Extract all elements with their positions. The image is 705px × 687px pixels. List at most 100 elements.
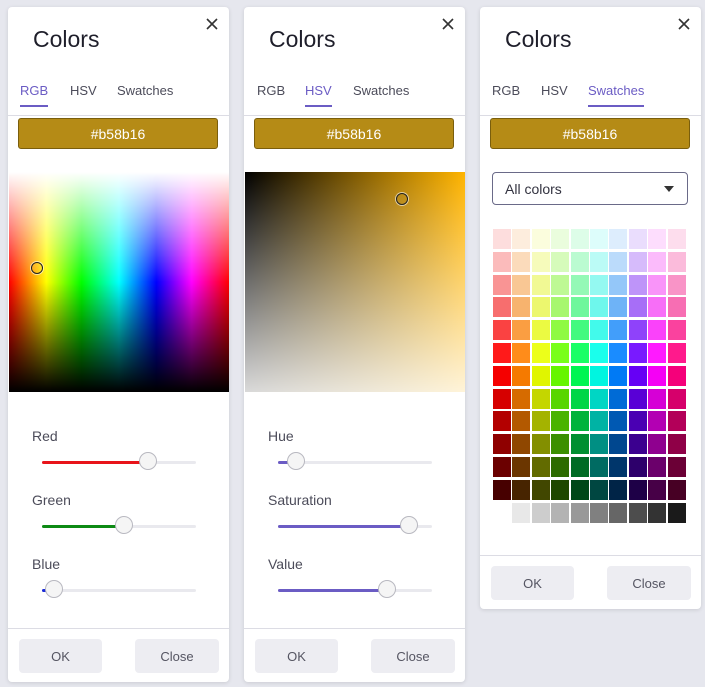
color-swatch[interactable] (571, 434, 589, 454)
color-swatch[interactable] (629, 480, 647, 500)
saturation-value-picker[interactable] (245, 172, 465, 392)
color-swatch[interactable] (590, 389, 608, 409)
tab-rgb[interactable]: RGB (257, 83, 285, 105)
color-swatch[interactable] (551, 389, 569, 409)
color-swatch[interactable] (609, 434, 627, 454)
ok-button[interactable]: OK (491, 566, 574, 600)
color-swatch[interactable] (512, 229, 530, 249)
color-swatch[interactable] (532, 275, 550, 295)
value-slider-thumb[interactable] (378, 580, 396, 598)
color-swatch[interactable] (629, 457, 647, 477)
color-swatch[interactable] (493, 411, 511, 431)
color-swatch[interactable] (512, 457, 530, 477)
gray-swatch[interactable] (512, 503, 530, 523)
color-swatch[interactable] (590, 320, 608, 340)
color-swatch[interactable] (609, 389, 627, 409)
color-swatch[interactable] (493, 229, 511, 249)
gray-swatch[interactable] (571, 503, 589, 523)
color-swatch[interactable] (629, 343, 647, 363)
color-swatch[interactable] (493, 434, 511, 454)
red-slider-thumb[interactable] (139, 452, 157, 470)
color-swatch[interactable] (668, 252, 686, 272)
color-swatch[interactable] (629, 366, 647, 386)
color-swatch[interactable] (629, 434, 647, 454)
color-swatch[interactable] (668, 229, 686, 249)
color-swatch[interactable] (571, 343, 589, 363)
color-swatch[interactable] (532, 229, 550, 249)
color-swatch[interactable] (668, 434, 686, 454)
gray-swatch[interactable] (648, 503, 666, 523)
color-swatch[interactable] (493, 297, 511, 317)
close-icon[interactable] (440, 16, 456, 32)
hex-value-display[interactable]: #b58b16 (490, 118, 690, 149)
color-swatch[interactable] (648, 366, 666, 386)
color-swatch[interactable] (590, 457, 608, 477)
color-swatch[interactable] (629, 275, 647, 295)
color-swatch[interactable] (493, 389, 511, 409)
color-swatch[interactable] (532, 457, 550, 477)
color-swatch[interactable] (571, 480, 589, 500)
tab-hsv[interactable]: HSV (70, 83, 97, 105)
color-swatch[interactable] (648, 434, 666, 454)
color-swatch[interactable] (493, 275, 511, 295)
gray-swatch[interactable] (629, 503, 647, 523)
color-swatch[interactable] (551, 229, 569, 249)
blue-slider-thumb[interactable] (45, 580, 63, 598)
tab-swatches[interactable]: Swatches (117, 83, 173, 105)
color-swatch[interactable] (629, 411, 647, 431)
saturation-slider[interactable] (278, 516, 432, 534)
spectrum-handle[interactable] (31, 262, 43, 274)
color-swatch[interactable] (590, 480, 608, 500)
color-swatch[interactable] (532, 411, 550, 431)
color-swatch[interactable] (648, 343, 666, 363)
gray-swatch[interactable] (668, 503, 686, 523)
color-swatch[interactable] (551, 297, 569, 317)
color-swatch[interactable] (571, 389, 589, 409)
color-swatch[interactable] (668, 297, 686, 317)
color-swatch[interactable] (609, 343, 627, 363)
green-slider[interactable] (42, 516, 196, 534)
color-swatch[interactable] (629, 297, 647, 317)
tab-swatches[interactable]: Swatches (588, 83, 645, 107)
color-swatch[interactable] (609, 275, 627, 295)
blue-slider[interactable] (42, 580, 196, 598)
color-swatch[interactable] (609, 320, 627, 340)
saturation-slider-thumb[interactable] (400, 516, 418, 534)
color-swatch[interactable] (668, 480, 686, 500)
color-swatch[interactable] (648, 320, 666, 340)
value-slider[interactable] (278, 580, 432, 598)
color-swatch[interactable] (532, 480, 550, 500)
color-swatch[interactable] (629, 229, 647, 249)
color-swatch[interactable] (512, 343, 530, 363)
color-swatch[interactable] (571, 252, 589, 272)
color-swatch[interactable] (609, 480, 627, 500)
color-swatch[interactable] (571, 229, 589, 249)
color-swatch[interactable] (648, 229, 666, 249)
color-swatch[interactable] (648, 457, 666, 477)
color-swatch[interactable] (551, 343, 569, 363)
gray-swatch[interactable] (493, 503, 511, 523)
color-swatch[interactable] (571, 457, 589, 477)
color-swatch[interactable] (609, 297, 627, 317)
color-swatch[interactable] (532, 434, 550, 454)
color-swatch[interactable] (493, 457, 511, 477)
color-swatch[interactable] (512, 275, 530, 295)
color-swatch[interactable] (571, 320, 589, 340)
color-swatch[interactable] (571, 366, 589, 386)
ok-button[interactable]: OK (255, 639, 338, 673)
color-swatch[interactable] (551, 434, 569, 454)
color-swatch[interactable] (493, 366, 511, 386)
color-swatch[interactable] (590, 366, 608, 386)
color-swatch[interactable] (512, 480, 530, 500)
hex-value-display[interactable]: #b58b16 (18, 118, 218, 149)
close-button[interactable]: Close (371, 639, 455, 673)
color-swatch[interactable] (668, 320, 686, 340)
color-swatch[interactable] (551, 275, 569, 295)
close-icon[interactable] (676, 16, 692, 32)
color-swatch[interactable] (668, 411, 686, 431)
color-swatch[interactable] (512, 366, 530, 386)
red-slider[interactable] (42, 452, 196, 470)
color-swatch[interactable] (668, 457, 686, 477)
color-swatch[interactable] (512, 297, 530, 317)
color-swatch[interactable] (648, 389, 666, 409)
